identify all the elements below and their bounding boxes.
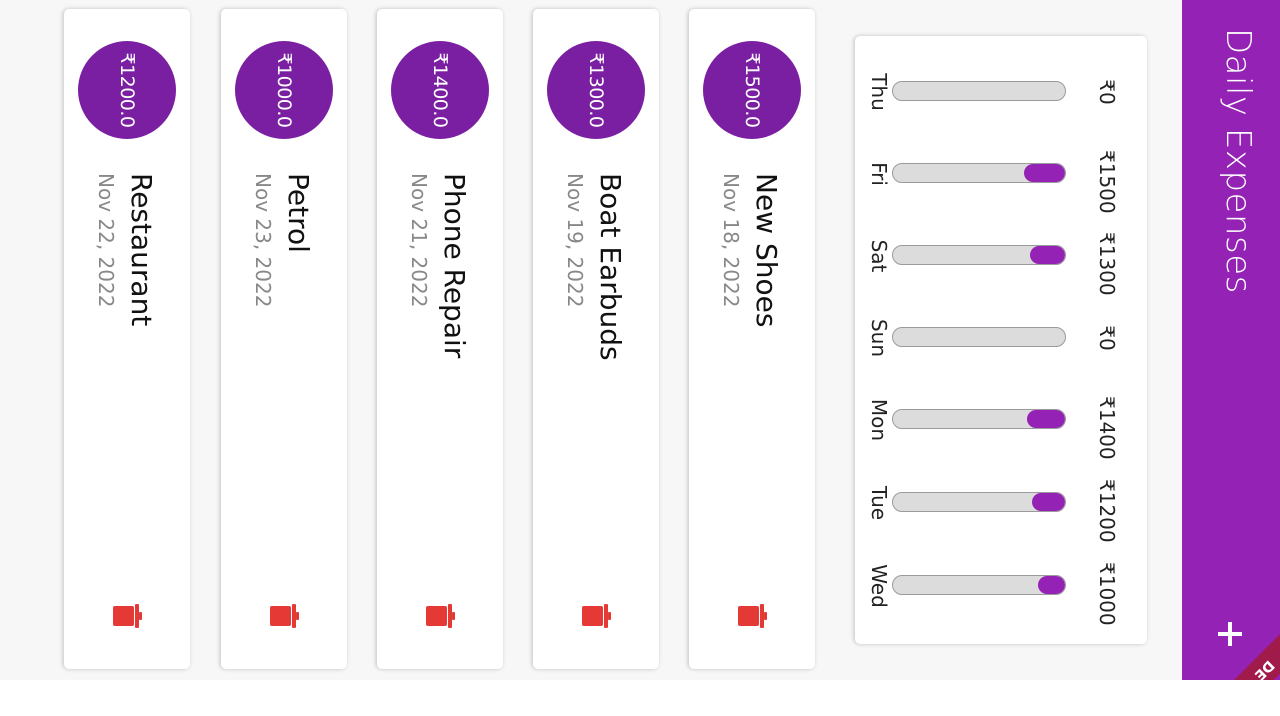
transaction-date: Nov 21, 2022 [407, 173, 431, 308]
trash-icon [270, 604, 299, 628]
app-title: Daily Expenses [1218, 28, 1258, 294]
bar-day-label: Sat [867, 239, 891, 273]
transaction-title: Boat Earbuds [594, 173, 627, 361]
chart-bar-wed: ₹1000 Wed [867, 562, 1119, 626]
trash-icon [113, 604, 142, 628]
bar-day-label: Sun [867, 318, 891, 358]
transaction-amount: ₹1400.0 [429, 52, 451, 128]
transaction-date: Nov 18, 2022 [719, 173, 743, 308]
transaction-title: Phone Repair [438, 173, 471, 359]
transaction-amount: ₹1200.0 [116, 52, 138, 128]
bar-amount-label: ₹1000 [1095, 562, 1119, 626]
bar-track [892, 245, 1066, 265]
bar-fill [1030, 246, 1065, 264]
transaction-card: ₹1200.0 Restaurant Nov 22, 2022 [64, 9, 190, 669]
transaction-title: Restaurant [125, 173, 158, 327]
transaction-date: Nov 19, 2022 [563, 173, 587, 308]
chart-bar-mon: ₹1400 Mon [867, 396, 1119, 460]
weekly-chart-card: ₹0 Thu ₹1500 Fri ₹1300 Sat ₹0 Sun ₹1400 Mon ₹1200 T… [855, 36, 1147, 644]
transaction-card: ₹1300.0 Boat Earbuds Nov 19, 2022 [533, 9, 659, 669]
chart-bar-thu: ₹0 Thu [867, 68, 1119, 116]
app-bar: Daily Expenses DE [1182, 0, 1280, 680]
amount-avatar: ₹1300.0 [547, 41, 645, 139]
bar-day-label: Mon [867, 398, 891, 442]
bar-day-label: Tue [867, 485, 891, 521]
transaction-date: Nov 22, 2022 [94, 173, 118, 308]
delete-button[interactable] [267, 599, 301, 633]
bar-amount-label: ₹1400 [1095, 396, 1119, 460]
trash-icon [582, 604, 611, 628]
chart-bar-sat: ₹1300 Sat [867, 232, 1119, 296]
bar-track [892, 492, 1066, 512]
bar-fill [1038, 576, 1065, 594]
bar-track [892, 163, 1066, 183]
trash-icon [738, 604, 767, 628]
delete-button[interactable] [579, 599, 613, 633]
bar-track [892, 81, 1066, 101]
trash-icon [426, 604, 455, 628]
transaction-card: ₹1400.0 Phone Repair Nov 21, 2022 [377, 9, 503, 669]
bar-day-label: Wed [867, 564, 891, 608]
bar-amount-label: ₹1200 [1095, 479, 1119, 543]
transaction-card: ₹1500.0 New Shoes Nov 18, 2022 [689, 9, 815, 669]
bar-amount-label: ₹0 [1095, 325, 1119, 351]
app-screen: Daily Expenses DE ₹0 Thu ₹1500 Fri ₹1300 Sat ₹… [0, 0, 1280, 680]
delete-button[interactable] [735, 599, 769, 633]
plus-icon [1218, 622, 1242, 646]
transaction-amount: ₹1000.0 [273, 52, 295, 128]
delete-button[interactable] [423, 599, 457, 633]
amount-avatar: ₹1400.0 [391, 41, 489, 139]
transaction-amount: ₹1300.0 [585, 52, 607, 128]
chart-bar-tue: ₹1200 Tue [867, 479, 1119, 543]
bar-track [892, 327, 1066, 347]
amount-avatar: ₹1000.0 [235, 41, 333, 139]
chart-bar-sun: ₹0 Sun [867, 314, 1119, 362]
delete-button[interactable] [110, 599, 144, 633]
transaction-date: Nov 23, 2022 [251, 173, 275, 308]
bar-day-label: Thu [867, 73, 891, 111]
add-expense-button[interactable] [1202, 606, 1258, 662]
bar-amount-label: ₹1300 [1095, 232, 1119, 296]
transaction-title: Petrol [282, 173, 315, 253]
amount-avatar: ₹1200.0 [78, 41, 176, 139]
bar-fill [1032, 493, 1065, 511]
chart-bar-fri: ₹1500 Fri [867, 150, 1119, 214]
transaction-title: New Shoes [750, 173, 783, 328]
bar-track [892, 575, 1066, 595]
bar-amount-label: ₹1500 [1095, 150, 1119, 214]
bar-amount-label: ₹0 [1095, 79, 1119, 105]
amount-avatar: ₹1500.0 [703, 41, 801, 139]
bar-day-label: Fri [867, 162, 891, 186]
transaction-amount: ₹1500.0 [741, 52, 763, 128]
transaction-card: ₹1000.0 Petrol Nov 23, 2022 [221, 9, 347, 669]
bar-fill [1024, 164, 1065, 182]
bar-fill [1027, 410, 1065, 428]
bar-track [892, 409, 1066, 429]
